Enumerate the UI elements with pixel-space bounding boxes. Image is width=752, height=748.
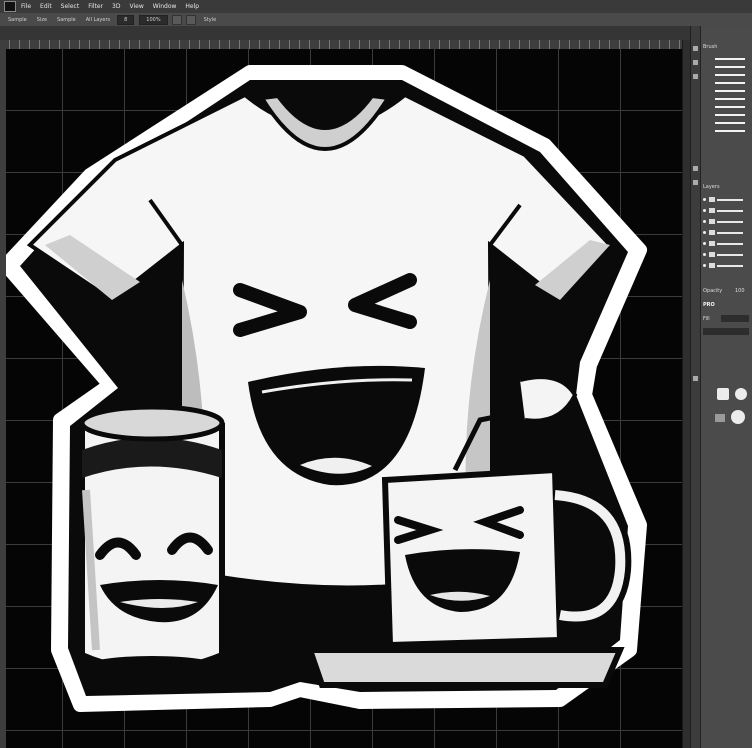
visibility-eye-icon[interactable]	[703, 198, 706, 201]
option-label-all-layers[interactable]: All Layers	[86, 17, 110, 23]
visibility-eye-icon[interactable]	[703, 220, 706, 223]
layer-name-bar	[717, 242, 743, 245]
visibility-eye-icon[interactable]	[703, 209, 706, 212]
layer-row[interactable]	[703, 251, 751, 258]
layer-name-bar	[717, 220, 743, 223]
brush-preset-9[interactable]	[715, 122, 745, 124]
visibility-eye-icon[interactable]	[703, 253, 706, 256]
option-field-size[interactable]: 8	[117, 14, 135, 25]
property-thumbnail-2[interactable]	[735, 388, 747, 400]
brush-preset-7[interactable]	[715, 106, 745, 108]
brush-preset-10[interactable]	[715, 130, 745, 132]
menu-help[interactable]: Help	[185, 3, 199, 10]
layer-name-bar	[717, 198, 743, 201]
layer-row[interactable]	[703, 240, 751, 247]
brush-preset-1[interactable]	[715, 58, 745, 60]
layer-thumbnail	[709, 252, 715, 257]
option-toggle-button[interactable]	[171, 14, 182, 25]
channels-icon[interactable]	[693, 180, 698, 185]
panel-icon-strip	[691, 26, 701, 748]
layer-thumbnail	[709, 230, 715, 235]
visibility-eye-icon[interactable]	[703, 264, 706, 267]
brush-preset-5[interactable]	[715, 90, 745, 92]
layer-thumbnail	[709, 197, 715, 202]
layer-search-field[interactable]	[703, 328, 749, 335]
brush-preset-6[interactable]	[715, 98, 745, 100]
sticker-artwork	[6, 65, 647, 712]
menu-window[interactable]: Window	[153, 3, 177, 10]
fill-label: Fill	[703, 316, 710, 322]
property-thumbnail-3[interactable]	[715, 414, 725, 422]
document-canvas[interactable]	[6, 49, 682, 748]
menu-select[interactable]: Select	[61, 3, 80, 10]
history-icon[interactable]	[693, 46, 698, 51]
option-label-sample-2: Sample	[57, 16, 76, 23]
menu-view[interactable]: View	[129, 3, 143, 10]
layers-panel-title[interactable]: Layers	[703, 184, 720, 190]
opacity-label: Opacity	[703, 288, 723, 294]
layer-thumbnail	[709, 263, 715, 268]
layer-name-bar	[717, 231, 743, 234]
document-tab-strip[interactable]	[0, 26, 690, 41]
brush-icon[interactable]	[693, 60, 698, 65]
layer-thumbnail	[709, 219, 715, 224]
swatches-icon[interactable]	[693, 74, 698, 79]
layer-row[interactable]	[703, 207, 751, 214]
option-field-zoom[interactable]: 100%	[139, 14, 168, 25]
layer-row[interactable]	[703, 196, 751, 203]
option-settings-button[interactable]	[185, 14, 196, 25]
property-thumbnail-1[interactable]	[717, 388, 729, 400]
brush-preset-3[interactable]	[715, 74, 745, 76]
brush-panel-title[interactable]: Brush	[703, 44, 717, 50]
can-illustration	[79, 404, 225, 680]
brush-preset-2[interactable]	[715, 66, 745, 68]
fill-field[interactable]	[721, 315, 749, 322]
brush-preset-8[interactable]	[715, 114, 745, 116]
visibility-eye-icon[interactable]	[703, 242, 706, 245]
layer-name-bar	[717, 264, 743, 267]
layer-row[interactable]	[703, 229, 751, 236]
menu-edit[interactable]: Edit	[40, 3, 52, 10]
menu-filter[interactable]: Filter	[88, 3, 103, 10]
layer-thumbnail	[709, 241, 715, 246]
option-label-sample: Sample	[8, 16, 27, 23]
right-panel-dock: Brush Layers Opacity 100 PRO Fill	[690, 26, 752, 748]
brush-preset-4[interactable]	[715, 82, 745, 84]
properties-icon[interactable]	[693, 376, 698, 381]
layer-name-bar	[717, 253, 743, 256]
options-bar: Sample Size Sample All Layers 8 100% Sty…	[0, 13, 752, 26]
layers-icon[interactable]	[693, 166, 698, 171]
option-label-style: Style	[203, 16, 217, 23]
pro-label: PRO	[703, 302, 715, 308]
layer-row[interactable]	[703, 218, 751, 225]
menu-3d[interactable]: 3D	[112, 3, 120, 10]
visibility-eye-icon[interactable]	[703, 231, 706, 234]
menu-bar: File Edit Select Filter 3D View Window H…	[0, 0, 752, 13]
app-logo-icon[interactable]	[4, 1, 16, 12]
layer-row[interactable]	[703, 262, 751, 269]
layer-thumbnail	[709, 208, 715, 213]
top-ruler	[0, 40, 690, 49]
opacity-value[interactable]: 100	[735, 288, 745, 294]
menu-file[interactable]: File	[21, 3, 31, 10]
property-thumbnail-4[interactable]	[731, 410, 745, 424]
option-label-size: Size	[36, 16, 48, 23]
layer-name-bar	[717, 209, 743, 212]
